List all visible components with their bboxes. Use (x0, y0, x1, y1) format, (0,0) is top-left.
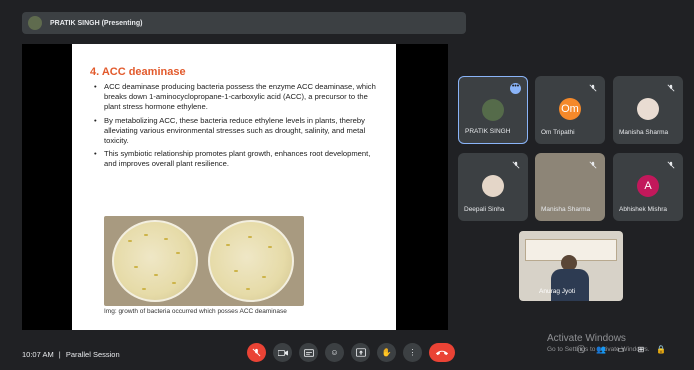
avatar: Om (559, 98, 581, 120)
participant-name: Anurag Jyoti (539, 288, 576, 295)
lock-icon: 🔒 (656, 345, 666, 354)
participant-tile[interactable]: A Abhishek Mishra (613, 153, 683, 221)
more-options-icon[interactable]: ••• (510, 83, 521, 94)
presenter-label: PRATIK SINGH (Presenting) (50, 19, 143, 27)
participant-name: Manisha Sharma (619, 129, 669, 136)
chat-icon: ▭ (617, 345, 625, 354)
activities-icon: ⊞ (637, 345, 645, 354)
bullet-item: This symbiotic relationship promotes pla… (94, 149, 384, 169)
clock-time: 10:07 AM (22, 350, 54, 359)
more-options-button[interactable]: ⋮ (403, 343, 422, 362)
presenter-banner: PRATIK SINGH (Presenting) (22, 12, 466, 34)
presenter-avatar (28, 16, 42, 30)
info-icon: ⓘ (577, 345, 585, 354)
leave-call-button[interactable] (429, 343, 455, 362)
participant-name: Deepali Sinha (464, 206, 505, 213)
call-controls: ☺ ✋ ⋮ (247, 343, 455, 362)
person-body (551, 269, 589, 301)
meet-window: PRATIK SINGH (Presenting) 4. ACC deamina… (0, 0, 694, 370)
mic-off-icon (589, 161, 597, 169)
avatar (637, 98, 659, 120)
host-controls-button[interactable]: 🔒 (656, 345, 666, 355)
participant-name: Manisha Sharma (541, 206, 591, 213)
raise-hand-button[interactable]: ✋ (377, 343, 396, 362)
petri-dish (112, 220, 198, 302)
participant-tile[interactable]: Manisha Sharma (613, 76, 683, 144)
avatar (482, 175, 504, 197)
participant-name: PRATIK SINGH (465, 128, 511, 135)
participant-tile[interactable]: ••• PRATIK SINGH (458, 76, 528, 144)
people-button[interactable]: 👥 (596, 345, 606, 355)
side-panel-controls: ⓘ 👥 ▭ ⊞ 🔒 (576, 345, 666, 355)
participant-name: Om Tripathi (541, 129, 575, 136)
watermark-title: Activate Windows (547, 333, 626, 344)
shared-slide: 4. ACC deaminase ACC deaminase producing… (72, 44, 396, 330)
emoji-button[interactable]: ☺ (325, 343, 344, 362)
participant-tile[interactable]: Deepali Sinha (458, 153, 528, 221)
meeting-name[interactable]: Parallel Session (66, 350, 120, 359)
slide-bullets: ACC deaminase producing bacteria possess… (94, 82, 384, 173)
mic-off-button[interactable] (247, 343, 266, 362)
people-icon: 👥 (596, 345, 606, 354)
mic-off-icon (512, 161, 520, 169)
hand-icon: ✋ (381, 348, 392, 357)
separator: | (58, 350, 61, 359)
camera-button[interactable] (273, 343, 292, 362)
info-button[interactable]: ⓘ (576, 345, 586, 355)
self-view-video[interactable]: Anurag Jyoti (519, 231, 623, 301)
hang-up-icon (435, 350, 449, 356)
activities-button[interactable]: ⊞ (636, 345, 646, 355)
avatar (482, 99, 504, 121)
mic-off-icon (252, 348, 261, 357)
image-caption: Img: growth of bacteria occurred which p… (104, 308, 287, 315)
more-vert-icon: ⋮ (408, 348, 417, 357)
petri-dish-photo (104, 216, 304, 306)
participant-video-tile[interactable]: Manisha Sharma (535, 153, 605, 221)
camera-icon (277, 349, 288, 356)
avatar: A (637, 175, 659, 197)
mic-off-icon (667, 161, 675, 169)
present-icon (355, 348, 366, 357)
mic-off-icon (667, 84, 675, 92)
captions-button[interactable] (299, 343, 318, 362)
bullet-item: By metabolizing ACC, these bacteria redu… (94, 116, 384, 147)
captions-icon (303, 348, 314, 357)
bullet-item: ACC deaminase producing bacteria possess… (94, 82, 384, 113)
present-button[interactable] (351, 343, 370, 362)
slide-title: 4. ACC deaminase (90, 66, 186, 78)
petri-dish (208, 220, 294, 302)
participant-name: Abhishek Mishra (619, 206, 668, 213)
participant-tile[interactable]: Om Om Tripathi (535, 76, 605, 144)
mic-off-icon (589, 84, 597, 92)
chat-button[interactable]: ▭ (616, 345, 626, 355)
emoji-icon: ☺ (330, 348, 339, 357)
meeting-info: 10:07 AM | Parallel Session (22, 350, 120, 359)
